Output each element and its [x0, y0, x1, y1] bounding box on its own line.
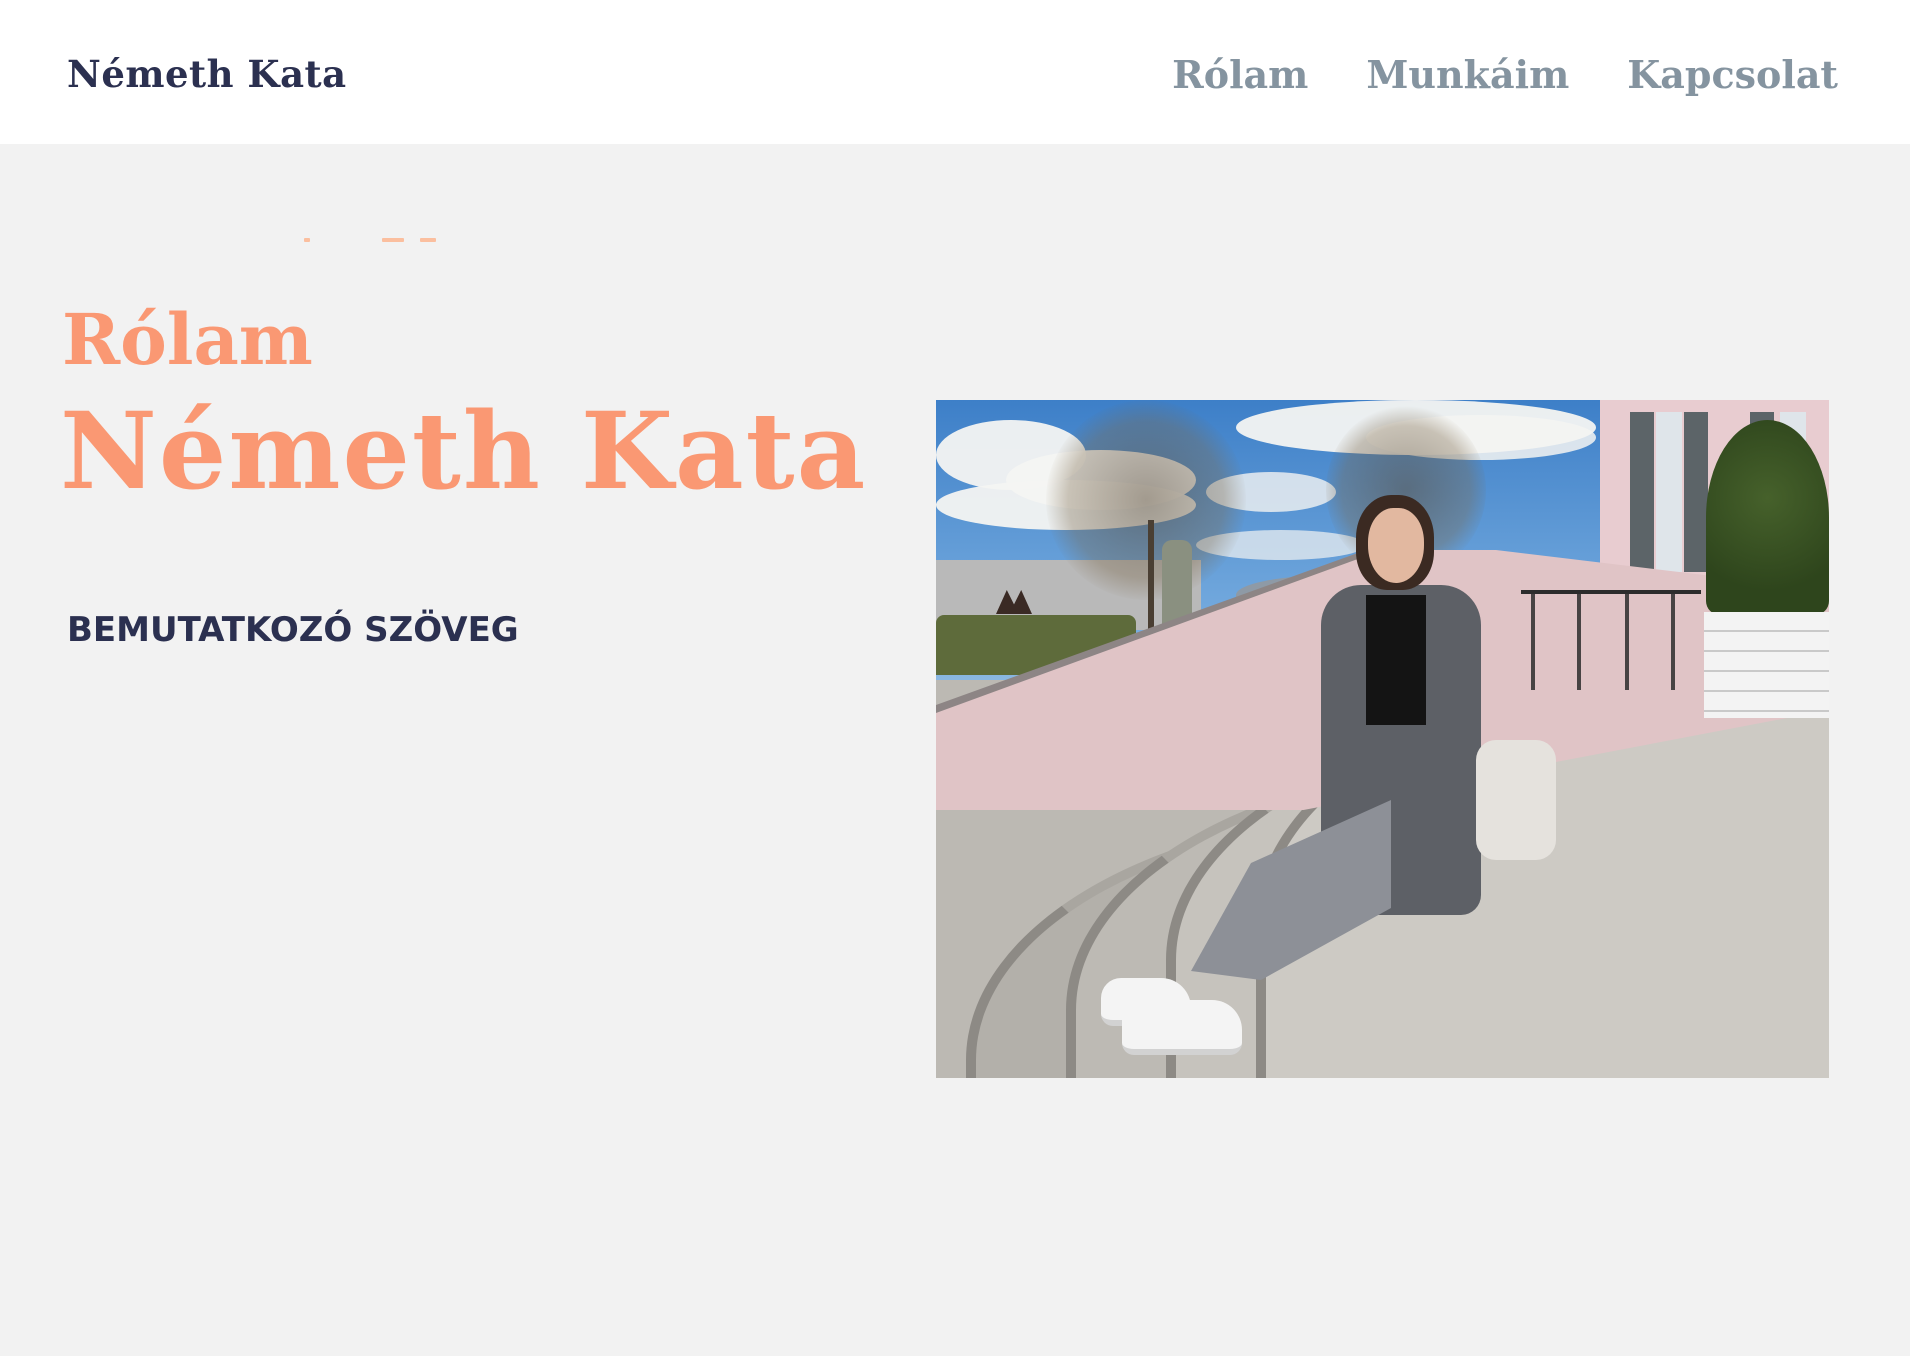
nav-link-munkaim[interactable]: Munkáim [1366, 52, 1569, 97]
decorative-marks [300, 238, 450, 244]
photo-person [936, 400, 1829, 1078]
photo-top [1366, 595, 1426, 725]
decorative-mark [420, 238, 436, 242]
main-nav: Rólam Munkáim Kapcsolat [1172, 52, 1838, 97]
intro-text: BEMUTATKOZÓ SZÖVEG [67, 610, 519, 650]
photo-face [1368, 508, 1424, 583]
site-header: Németh Kata Rólam Munkáim Kapcsolat [0, 0, 1910, 144]
decorative-mark [382, 238, 404, 242]
portrait-photo [936, 400, 1829, 1078]
photo-shoe [1122, 1000, 1242, 1055]
photo-legs [1191, 800, 1391, 980]
brand-logo[interactable]: Németh Kata [67, 52, 347, 96]
nav-link-rolam[interactable]: Rólam [1172, 52, 1308, 97]
photo-bag [1476, 740, 1556, 860]
section-title: Rólam [62, 298, 313, 381]
nav-link-kapcsolat[interactable]: Kapcsolat [1627, 52, 1838, 97]
decorative-mark [304, 238, 310, 242]
hero-name: Németh Kata [60, 388, 868, 513]
